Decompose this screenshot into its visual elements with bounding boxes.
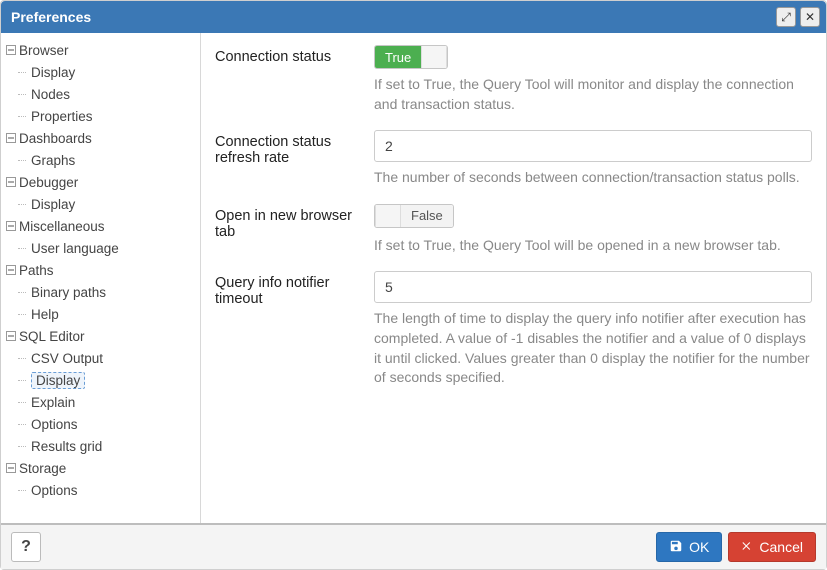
collapse-icon[interactable] — [5, 176, 17, 188]
label-new-tab: Open in new browser tab — [215, 204, 360, 240]
tree-group-label: SQL Editor — [19, 329, 85, 344]
toggle-on-label: True — [375, 46, 421, 68]
collapse-icon[interactable] — [5, 462, 17, 474]
close-icon: ✕ — [805, 10, 815, 24]
collapse-icon[interactable] — [5, 220, 17, 232]
label-notifier: Query info notifier timeout — [215, 271, 360, 307]
tree-child-label: Help — [31, 307, 59, 322]
tree-child-label: CSV Output — [31, 351, 103, 366]
tree-child[interactable]: Options — [5, 479, 196, 501]
tree-child-label: Display — [31, 65, 75, 80]
tree-group-label: Dashboards — [19, 131, 92, 146]
toggle-off-label: False — [401, 205, 453, 227]
tree-child-label: Binary paths — [31, 285, 106, 300]
preferences-dialog: Preferences ⤢ ✕ Browser Display Nodes Prope… — [0, 0, 827, 570]
toggle-new-tab[interactable]: False — [374, 204, 454, 228]
cancel-button[interactable]: Cancel — [728, 532, 816, 562]
tree-child[interactable]: Display — [5, 61, 196, 83]
tree-child[interactable]: Nodes — [5, 83, 196, 105]
tree-child-label: Options — [31, 417, 78, 432]
tree-child-label: Graphs — [31, 153, 75, 168]
toggle-connection-status[interactable]: True — [374, 45, 448, 69]
tree-child[interactable]: Binary paths — [5, 281, 196, 303]
tree-child[interactable]: Results grid — [5, 435, 196, 457]
tree-child[interactable]: Graphs — [5, 149, 196, 171]
tree-group-label: Paths — [19, 263, 54, 278]
tree-child[interactable]: Display — [5, 193, 196, 215]
dialog-title: Preferences — [11, 9, 772, 25]
tree-child-label: Results grid — [31, 439, 102, 454]
label-connection-status: Connection status — [215, 45, 360, 65]
tree-group-label: Browser — [19, 43, 69, 58]
collapse-icon[interactable] — [5, 132, 17, 144]
tree-group[interactable]: Paths — [5, 259, 196, 281]
tree-child[interactable]: Properties — [5, 105, 196, 127]
tree-group[interactable]: Browser — [5, 39, 196, 61]
ok-button[interactable]: OK — [656, 532, 722, 562]
tree-group-label: Debugger — [19, 175, 78, 190]
toggle-handle — [421, 46, 447, 68]
tree-child[interactable]: User language — [5, 237, 196, 259]
settings-content: Connection status True If set to True, t… — [201, 33, 826, 523]
ok-label: OK — [689, 539, 709, 555]
save-icon — [669, 539, 683, 556]
tree-group[interactable]: Dashboards — [5, 127, 196, 149]
input-connection-refresh[interactable] — [374, 130, 812, 162]
tree-group[interactable]: Storage — [5, 457, 196, 479]
tree-child-label: Explain — [31, 395, 75, 410]
cancel-icon — [741, 539, 753, 555]
help-connection-status: If set to True, the Query Tool will moni… — [374, 75, 812, 114]
tree-child-label: Nodes — [31, 87, 70, 102]
maximize-button[interactable]: ⤢ — [776, 7, 796, 27]
tree-child-label: Display — [31, 372, 85, 389]
input-notifier[interactable] — [374, 271, 812, 303]
sidebar-tree: Browser Display Nodes Properties Dashboards G… — [1, 33, 201, 523]
field-connection-refresh: Connection status refresh rate The numbe… — [215, 130, 812, 188]
tree-child-label: Display — [31, 197, 75, 212]
tree-child[interactable]: Help — [5, 303, 196, 325]
tree-child-label: User language — [31, 241, 119, 256]
maximize-icon: ⤢ — [781, 10, 791, 25]
tree-group[interactable]: Debugger — [5, 171, 196, 193]
field-connection-status: Connection status True If set to True, t… — [215, 45, 812, 114]
dialog-footer: ? OK Cancel — [1, 523, 826, 569]
collapse-icon[interactable] — [5, 330, 17, 342]
tree-group-label: Storage — [19, 461, 66, 476]
cancel-label: Cancel — [759, 539, 803, 555]
help-connection-refresh: The number of seconds between connection… — [374, 168, 812, 188]
help-notifier: The length of time to display the query … — [374, 309, 812, 387]
toggle-handle — [375, 205, 401, 227]
tree-child-label: Properties — [31, 109, 93, 124]
field-new-tab: Open in new browser tab False If set to … — [215, 204, 812, 256]
label-connection-refresh: Connection status refresh rate — [215, 130, 360, 166]
tree-group[interactable]: SQL Editor — [5, 325, 196, 347]
tree-child[interactable]: Options — [5, 413, 196, 435]
tree-child[interactable]: Explain — [5, 391, 196, 413]
titlebar: Preferences ⤢ ✕ — [1, 1, 826, 33]
collapse-icon[interactable] — [5, 264, 17, 276]
help-new-tab: If set to True, the Query Tool will be o… — [374, 236, 812, 256]
help-button[interactable]: ? — [11, 532, 41, 562]
tree-child-label: Options — [31, 483, 78, 498]
field-notifier: Query info notifier timeout The length o… — [215, 271, 812, 387]
tree-child[interactable]: Display — [5, 369, 196, 391]
collapse-icon[interactable] — [5, 44, 17, 56]
tree-group[interactable]: Miscellaneous — [5, 215, 196, 237]
tree-group-label: Miscellaneous — [19, 219, 105, 234]
tree-child[interactable]: CSV Output — [5, 347, 196, 369]
close-button[interactable]: ✕ — [800, 7, 820, 27]
